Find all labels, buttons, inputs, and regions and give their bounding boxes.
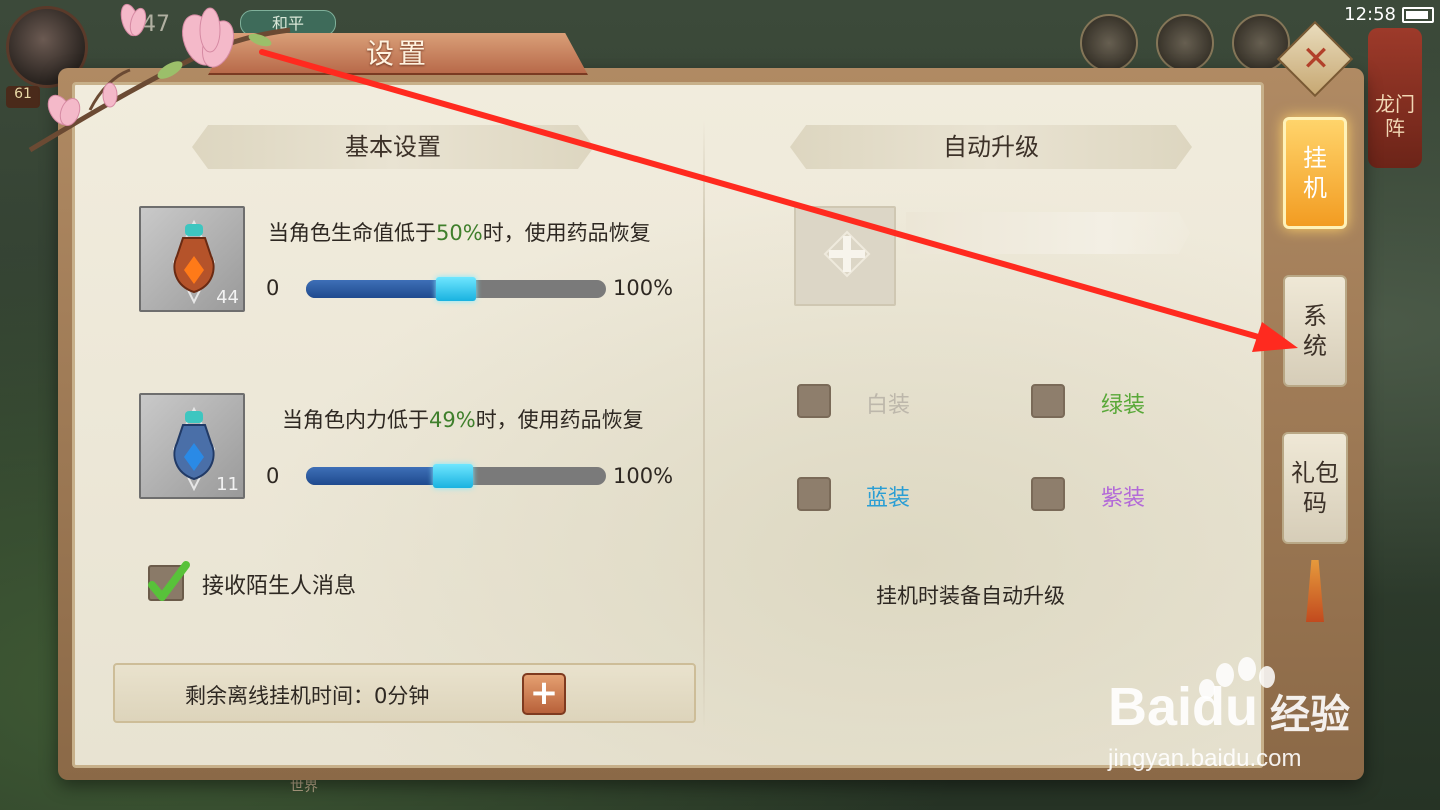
plus-icon [823, 230, 871, 278]
mp-text-after: 时，使用药品恢复 [475, 408, 644, 432]
mp-slider[interactable] [306, 464, 606, 488]
tab-xitong[interactable]: 系统 [1283, 275, 1347, 387]
hp-potion-count: 44 [216, 287, 239, 308]
equipment-name-bar [906, 212, 1190, 254]
hp-potion-slot[interactable]: 44 [139, 206, 245, 312]
hp-slider-min: 0 [266, 276, 280, 300]
stranger-message-label: 接收陌生人消息 [202, 574, 357, 599]
purple-equip-label: 紫装 [1101, 486, 1146, 511]
longmen-button[interactable]: 龙门阵 [1368, 28, 1422, 168]
green-equip-checkbox[interactable] [1031, 384, 1065, 418]
hp-text-before: 当角色生命值低于 [268, 221, 436, 245]
watermark-url: jingyan.baidu.com [1108, 745, 1302, 772]
add-offline-time-button[interactable]: + [522, 673, 566, 715]
device-status-bar: 12:58 [1344, 4, 1434, 25]
stranger-message-checkbox[interactable] [148, 561, 190, 601]
tab-libao-label: 礼包码 [1291, 459, 1339, 517]
checkmark-icon [148, 561, 190, 601]
watermark-brand: Baidu [1108, 677, 1259, 737]
tab-guaji[interactable]: 挂机 [1283, 117, 1347, 229]
mp-slider-thumb[interactable] [433, 464, 473, 488]
basic-settings-header: 基本设置 [192, 125, 594, 169]
mp-text-before: 当角色内力低于 [282, 408, 429, 432]
mp-slider-fill [306, 467, 453, 485]
mp-potion-count: 11 [216, 474, 239, 495]
green-equip-label: 绿装 [1101, 393, 1146, 418]
mp-percent: 49% [429, 408, 476, 432]
mp-slider-min: 0 [266, 464, 280, 488]
tab-libao[interactable]: 礼包码 [1282, 432, 1348, 544]
white-equip-checkbox[interactable] [797, 384, 831, 418]
auto-upgrade-header: 自动升级 [790, 125, 1192, 169]
mp-slider-max: 100% [613, 464, 674, 488]
hp-slider-max: 100% [613, 276, 674, 300]
hp-text-after: 时，使用药品恢复 [482, 221, 651, 245]
auto-upgrade-description: 挂机时装备自动升级 [876, 584, 1065, 608]
hp-percent: 50% [436, 221, 483, 245]
watermark-brand-cn: 经验 [1270, 692, 1350, 738]
hp-slider[interactable] [306, 277, 606, 301]
chest-icon[interactable] [1080, 14, 1138, 72]
tab-guaji-label: 挂机 [1303, 144, 1327, 202]
mp-threshold-text: 当角色内力低于49%时，使用药品恢复 [282, 404, 644, 434]
clock: 12:58 [1344, 4, 1396, 25]
purple-equip-checkbox[interactable] [1031, 477, 1065, 511]
blue-equip-checkbox[interactable] [797, 477, 831, 511]
blue-equip-label: 蓝装 [866, 486, 911, 511]
offline-time-box: 剩余离线挂机时间：0分钟 + [113, 663, 696, 723]
shop-icon[interactable] [1156, 14, 1214, 72]
hp-slider-thumb[interactable] [436, 277, 476, 301]
battery-icon [1402, 6, 1434, 23]
hp-threshold-text: 当角色生命值低于50%时，使用药品恢复 [268, 217, 651, 247]
close-x-icon[interactable]: ✕ [1296, 34, 1336, 84]
tab-xitong-label: 系统 [1303, 302, 1327, 360]
mp-potion-slot[interactable]: 11 [139, 393, 245, 499]
equipment-slot[interactable] [794, 206, 896, 306]
section-divider [703, 120, 705, 730]
white-equip-label: 白装 [866, 393, 911, 418]
offline-time-text: 剩余离线挂机时间：0分钟 [185, 684, 430, 708]
hp-slider-fill [306, 280, 456, 298]
